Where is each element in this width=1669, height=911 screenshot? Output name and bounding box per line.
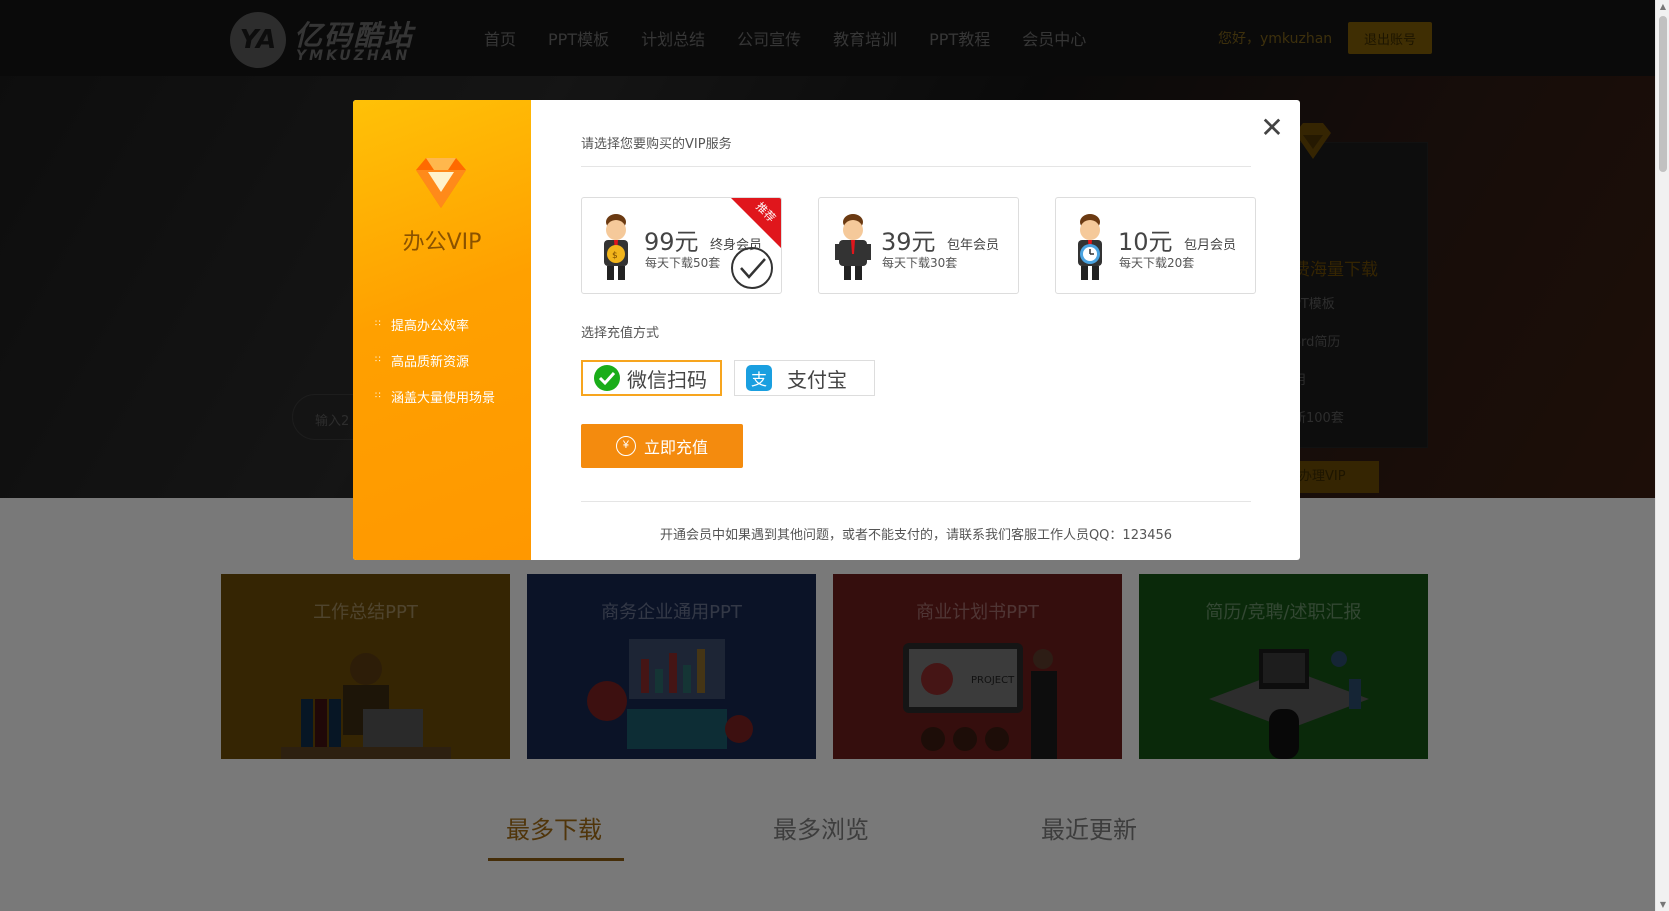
selected-check-icon [731,247,773,289]
modal-prompt: 请选择您要购买的VIP服务 [581,137,732,152]
recharge-button-label: 立即充值 [643,440,708,457]
modal-sidebar-title: 办公VIP [402,230,482,255]
pay-option-alipay[interactable]: 支 支付宝 [734,360,875,396]
plan-daily-limit: 每天下载50套 [645,256,721,270]
close-icon[interactable]: ✕ [1259,114,1285,142]
feature-label: 高品质新资源 [391,354,470,370]
payment-method-label: 选择充值方式 [581,326,660,341]
pay-option-wechat[interactable]: 微信扫码 [581,360,722,396]
vip-diamond-icon [416,158,466,208]
feature-item: ∷ 提高办公效率 [375,306,495,342]
plan-kind: 包年会员 [947,238,1000,253]
divider [581,501,1251,502]
yen-coin-icon: ¥ [615,436,636,456]
scrollbar-thumb[interactable] [1659,16,1667,172]
businessman-clock-icon [1078,214,1102,280]
divider [581,166,1251,167]
vip-purchase-modal: 办公VIP ∷ 提高办公效率 ∷ 高品质新资源 ∷ 涵盖大量使用场景 ✕ 请选择您要购… [353,100,1300,560]
svg-text:$: $ [612,251,618,261]
plan-daily-limit: 每天下载20套 [1119,256,1195,270]
plan-daily-limit: 每天下载30套 [882,256,958,270]
feature-item: ∷ 高品质新资源 [375,342,495,378]
scroll-up-arrow-icon[interactable]: ▲ [1658,2,1668,11]
modal-sidebar: 办公VIP ∷ 提高办公效率 ∷ 高品质新资源 ∷ 涵盖大量使用场景 [353,100,531,560]
alipay-icon: 支 [746,365,772,391]
plan-card-lifetime[interactable]: $ 99元 终身会员 每天下载50套 推荐 [581,197,782,294]
wechat-icon [594,365,620,391]
feature-item: ∷ 涵盖大量使用场景 [375,378,495,414]
plan-price: 39元 [881,228,936,256]
plan-price: 99元 [644,228,699,256]
recharge-button[interactable]: ¥ 立即充值 [581,424,743,468]
grid-dot-icon: ∷ [375,355,381,365]
feature-label: 涵盖大量使用场景 [391,390,496,406]
page-scrollbar[interactable]: ▲ ▼ [1655,0,1669,911]
grid-dot-icon: ∷ [375,391,381,401]
businessman-icon [835,214,871,280]
plan-card-yearly[interactable]: 39元 包年会员 每天下载30套 [818,197,1019,294]
businessman-money-icon: $ [604,214,628,280]
scroll-down-arrow-icon[interactable]: ▼ [1658,900,1668,909]
support-contact-note: 开通会员中如果遇到其他问题，或者不能支付的，请联系我们客服工作人员QQ：1234… [659,528,1173,543]
pay-option-label: 微信扫码 [627,367,707,392]
feature-label: 提高办公效率 [391,318,470,334]
plan-kind: 包月会员 [1184,238,1237,253]
grid-dot-icon: ∷ [375,319,381,329]
plan-card-monthly[interactable]: 10元 包月会员 每天下载20套 [1055,197,1256,294]
svg-text:支: 支 [751,370,767,389]
feature-list: ∷ 提高办公效率 ∷ 高品质新资源 ∷ 涵盖大量使用场景 [375,306,495,414]
pay-option-label: 支付宝 [787,367,847,392]
plan-price: 10元 [1118,228,1173,256]
